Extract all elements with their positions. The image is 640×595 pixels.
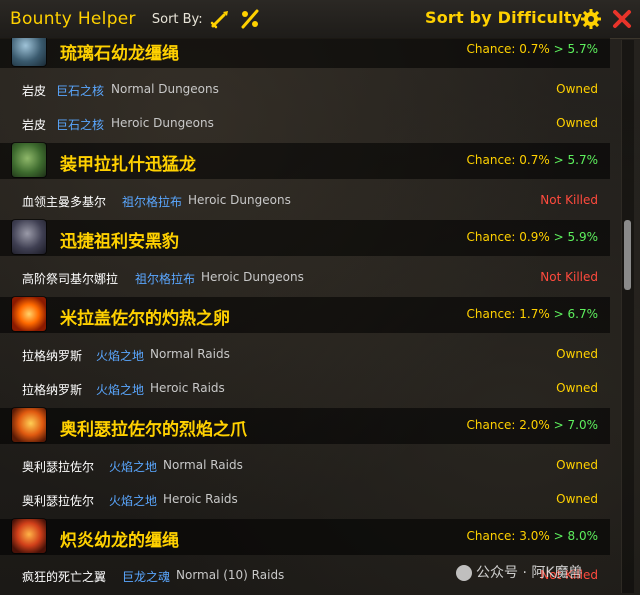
zone-name: 巨石之核 <box>56 118 105 132</box>
status-badge: Owned <box>556 492 598 506</box>
difficulty: Normal (10) Raids <box>176 568 285 582</box>
sword-icon[interactable] <box>209 8 231 30</box>
mount-row[interactable]: 迅捷祖利安黑豹 Chance: 0.9% > 5.9% <box>0 220 610 256</box>
sort-by-difficulty-button[interactable]: Sort by Difficulty <box>425 8 582 30</box>
scrollbar[interactable] <box>621 40 634 593</box>
drop-chance: Chance: 0.7% > 5.7% <box>466 153 599 167</box>
status-badge: Owned <box>556 116 598 130</box>
mount-row[interactable]: 奥利瑟拉佐尔的烈焰之爪 Chance: 2.0% > 7.0% <box>0 408 610 444</box>
sort-by-label: Sort By: <box>151 11 203 27</box>
boss-name: 奥利瑟拉佐尔 <box>22 494 95 508</box>
difficulty: Normal Dungeons <box>111 82 219 96</box>
source-row[interactable]: 奥利瑟拉佐尔 火焰之地 Heroic Raids Owned <box>0 484 610 514</box>
source-row[interactable]: 奥利瑟拉佐尔 火焰之地 Normal Raids Owned <box>0 450 610 480</box>
mount-name: 米拉盖佐尔的灼热之卵 <box>60 309 230 329</box>
difficulty: Heroic Raids <box>150 381 225 395</box>
zone-name: 祖尔格拉布 <box>135 272 196 286</box>
drop-chance: Chance: 1.7% > 6.7% <box>466 307 599 321</box>
boss-name: 岩皮 <box>22 84 47 98</box>
difficulty: Normal Raids <box>163 458 243 472</box>
boss-name: 血领主曼多基尔 <box>22 195 107 209</box>
gear-icon[interactable] <box>580 8 602 30</box>
mount-row[interactable]: 米拉盖佐尔的灼热之卵 Chance: 1.7% > 6.7% <box>0 297 610 333</box>
zone-name: 巨石之核 <box>56 84 105 98</box>
status-badge: Not Killed <box>540 193 598 207</box>
drop-chance: Chance: 0.7% > 5.7% <box>466 42 599 56</box>
status-badge: Not Killed <box>540 270 598 284</box>
mount-row[interactable]: 炽炎幼龙的缰绳 Chance: 3.0% > 8.0% <box>0 519 610 555</box>
boss-name: 岩皮 <box>22 118 47 132</box>
boss-name: 疯狂的死亡之翼 <box>22 570 107 584</box>
drop-chance: Chance: 2.0% > 7.0% <box>466 418 599 432</box>
status-badge: Owned <box>556 82 598 96</box>
mount-name: 奥利瑟拉佐尔的烈焰之爪 <box>60 420 247 440</box>
fire-hawk-icon <box>12 408 46 442</box>
scrollbar-thumb[interactable] <box>624 220 631 290</box>
percent-icon[interactable] <box>239 8 261 30</box>
source-row[interactable]: 岩皮 巨石之核 Normal Dungeons Owned <box>0 74 610 104</box>
zone-name: 巨龙之魂 <box>122 570 171 584</box>
boss-name: 高阶祭司基尔娜拉 <box>22 272 119 286</box>
boss-name: 奥利瑟拉佐尔 <box>22 460 95 474</box>
source-row[interactable]: 拉格纳罗斯 火焰之地 Heroic Raids Owned <box>0 373 610 403</box>
mount-name: 炽炎幼龙的缰绳 <box>60 531 179 551</box>
mount-name: 装甲拉扎什迅猛龙 <box>60 155 196 175</box>
bounty-list: 琉璃石幼龙缰绳 Chance: 0.7% > 5.7% 岩皮 巨石之核 Norm… <box>0 38 620 595</box>
difficulty: Heroic Raids <box>163 492 238 506</box>
zone-name: 火焰之地 <box>96 383 145 397</box>
source-row[interactable]: 高阶祭司基尔娜拉 祖尔格拉布 Heroic Dungeons Not Kille… <box>0 262 610 292</box>
mount-row[interactable]: 装甲拉扎什迅猛龙 Chance: 0.7% > 5.7% <box>0 143 610 179</box>
source-row[interactable]: 拉格纳罗斯 火焰之地 Normal Raids Owned <box>0 339 610 369</box>
wechat-icon <box>456 565 472 581</box>
status-badge: Owned <box>556 381 598 395</box>
zone-name: 火焰之地 <box>109 494 158 508</box>
boss-name: 拉格纳罗斯 <box>22 349 83 363</box>
drop-chance: Chance: 3.0% > 8.0% <box>466 529 599 543</box>
mount-row[interactable]: 琉璃石幼龙缰绳 Chance: 0.7% > 5.7% <box>0 38 610 68</box>
drop-chance: Chance: 0.9% > 5.9% <box>466 230 599 244</box>
status-badge: Owned <box>556 347 598 361</box>
mount-name: 迅捷祖利安黑豹 <box>60 232 179 252</box>
drake-icon <box>12 38 46 66</box>
zone-name: 火焰之地 <box>109 460 158 474</box>
source-row[interactable]: 血领主曼多基尔 祖尔格拉布 Heroic Dungeons Not Killed <box>0 185 610 215</box>
blazing-drake-icon <box>12 519 46 553</box>
difficulty: Heroic Dungeons <box>201 270 304 284</box>
boss-name: 拉格纳罗斯 <box>22 383 83 397</box>
source-row[interactable]: 岩皮 巨石之核 Heroic Dungeons Owned <box>0 108 610 138</box>
panther-icon <box>12 220 46 254</box>
zone-name: 火焰之地 <box>96 349 145 363</box>
zone-name: 祖尔格拉布 <box>122 195 183 209</box>
watermark: 公众号 · 阿K魔兽 <box>456 562 583 582</box>
difficulty: Normal Raids <box>150 347 230 361</box>
app-title: Bounty Helper <box>10 9 136 29</box>
difficulty: Heroic Dungeons <box>111 116 214 130</box>
difficulty: Heroic Dungeons <box>188 193 291 207</box>
raptor-icon <box>12 143 46 177</box>
status-badge: Owned <box>556 458 598 472</box>
close-icon[interactable] <box>612 9 632 29</box>
fire-egg-icon <box>12 297 46 331</box>
mount-name: 琉璃石幼龙缰绳 <box>60 44 179 64</box>
